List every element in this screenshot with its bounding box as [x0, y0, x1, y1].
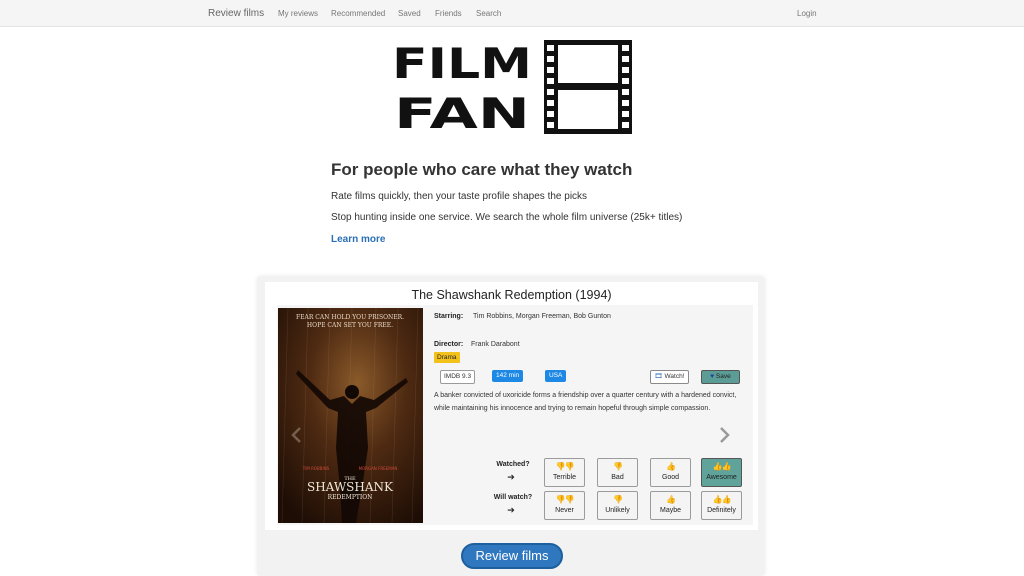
rate-button-label: Never	[555, 507, 574, 514]
will-watch-unlikely-button[interactable]: 👎 Unlikely	[597, 491, 638, 520]
nav-item-saved[interactable]: Saved	[398, 9, 421, 18]
rate-button-label: Unlikely	[605, 507, 630, 514]
learn-more-link[interactable]: Learn more	[331, 234, 385, 245]
poster-title-2: REDEMPTION	[328, 494, 373, 501]
starring-label: Starring:	[434, 313, 464, 320]
rate-bad-button[interactable]: 👎 Bad	[597, 458, 638, 487]
poster-actor-2: MORGAN FREEMAN	[359, 466, 398, 471]
film-fan-logo: FILM FAN	[392, 40, 632, 134]
hero-title: For people who care what they watch	[331, 160, 633, 179]
poster-title-1: SHAWSHANK	[307, 480, 394, 494]
movie-poster: FEAR CAN HOLD YOU PRISONER. HOPE CAN SET…	[278, 308, 423, 523]
save-button[interactable]: ♥ Save	[701, 370, 740, 384]
rate-button-label: Terrible	[553, 474, 576, 481]
save-button-label: Save	[715, 373, 731, 380]
nav-login-link[interactable]: Login	[797, 9, 817, 18]
poster-tagline-1: FEAR CAN HOLD YOU PRISONER.	[296, 314, 404, 321]
double-thumbs-down-icon: 👎👎	[555, 495, 575, 504]
movie-title: The Shawshank Redemption (1994)	[411, 288, 612, 302]
nav-item-search[interactable]: Search	[476, 9, 501, 18]
director-label: Director:	[434, 341, 464, 348]
movie-synopsis: A banker convicted of uxoricide forms a …	[434, 392, 737, 412]
thumbs-down-icon: 👎	[613, 462, 623, 471]
prev-chevron-icon[interactable]	[289, 425, 305, 445]
nav-item-friends[interactable]: Friends	[435, 9, 462, 18]
hero-tagline-1: Rate films quickly, then your taste prof…	[331, 191, 588, 202]
top-navbar: Review films My reviews Recommended Save…	[0, 0, 1024, 27]
rate-button-label: Maybe	[659, 507, 681, 514]
rate-terrible-button[interactable]: 👎👎 Terrible	[544, 458, 585, 487]
will-watch-maybe-button[interactable]: 👍 Maybe	[650, 491, 691, 520]
will-watch-never-button[interactable]: 👎👎 Never	[544, 491, 585, 520]
nav-item-my-reviews[interactable]: My reviews	[278, 9, 318, 18]
rate-button-label: Bad	[611, 474, 624, 481]
watch-button-label: Watch!	[664, 373, 685, 380]
heart-icon: ♥	[710, 373, 715, 380]
review-films-button[interactable]: Review films	[461, 543, 563, 569]
thumbs-up-icon: 👍	[666, 462, 676, 471]
watched-label: Watched?	[496, 461, 530, 468]
will-watch-arrow-icon: ➔	[507, 505, 515, 515]
double-thumbs-up-icon: 👍👍	[712, 495, 732, 504]
nav-brand[interactable]: Review films	[208, 8, 264, 19]
rate-button-label: Definitely	[707, 507, 736, 514]
logo-text-film: FILM	[392, 40, 532, 88]
starring-value: Tim Robbins, Morgan Freeman, Bob Gunton	[473, 313, 611, 320]
double-thumbs-up-icon: 👍👍	[712, 462, 732, 471]
hero-tagline-2: Stop hunting inside one service. We sear…	[331, 212, 683, 223]
poster-actor-1: TIM ROBBINS	[302, 466, 330, 471]
genre-badge: Drama	[434, 352, 460, 363]
country-tag: USA	[545, 370, 567, 382]
watch-button[interactable]: 🎞 Watch!	[650, 370, 689, 384]
nav-item-recommended[interactable]: Recommended	[331, 9, 385, 18]
thumbs-down-icon: 👎	[613, 495, 623, 504]
runtime-tag: 142 min	[492, 370, 524, 382]
film-strip-icon	[544, 40, 632, 134]
double-thumbs-down-icon: 👎👎	[555, 462, 575, 471]
watched-arrow-icon: ➔	[507, 472, 515, 482]
film-icon: 🎞	[654, 373, 663, 380]
poster-tagline-2: HOPE CAN SET YOU FREE.	[307, 322, 393, 329]
will-watch-label: Will watch?	[493, 494, 533, 501]
imdb-rating-tag: IMDB 9.3	[440, 370, 476, 384]
next-chevron-icon[interactable]	[716, 425, 732, 445]
thumbs-up-icon: 👍	[666, 495, 676, 504]
rate-button-label: Good	[661, 474, 680, 481]
rate-awesome-button[interactable]: 👍👍 Awesome	[701, 458, 742, 487]
director-value: Frank Darabont	[471, 341, 520, 348]
rate-good-button[interactable]: 👍 Good	[650, 458, 691, 487]
will-watch-definitely-button[interactable]: 👍👍 Definitely	[701, 491, 742, 520]
logo-text-fan: FAN	[394, 89, 530, 134]
rate-button-label: Awesome	[706, 474, 737, 481]
